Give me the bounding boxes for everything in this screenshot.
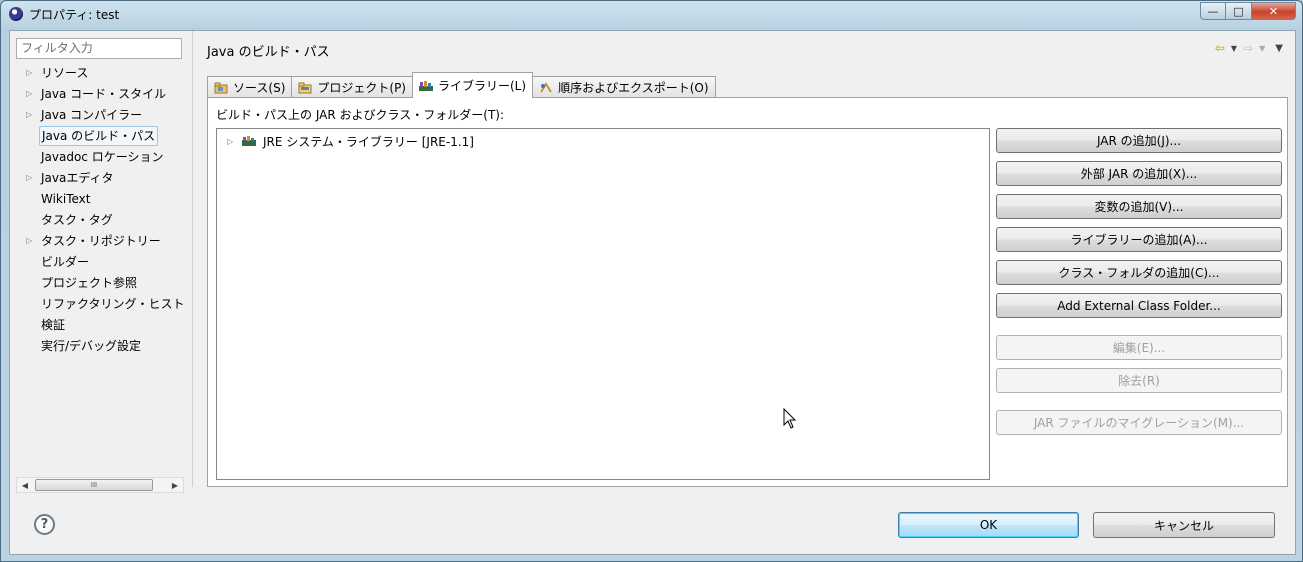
classpath-label: ビルド・パス上の JAR およびクラス・フォルダー(T): [216, 108, 505, 122]
project-folder-icon [298, 82, 312, 94]
tree-item-label: プロジェクト参照 [41, 276, 138, 290]
window-title: プロパティ: test [29, 7, 120, 22]
tree-item-label: Java のビルド・パス [39, 126, 159, 146]
add-jar-button[interactable]: JAR の追加(J)... [996, 128, 1282, 153]
eclipse-icon [9, 7, 23, 21]
tab-label: ソース(S) [233, 81, 286, 95]
pane-divider[interactable] [192, 31, 193, 487]
tree-item[interactable]: 検証 [10, 315, 192, 335]
add-class-folder-button[interactable]: クラス・フォルダの追加(C)... [996, 260, 1282, 285]
tab-source[interactable]: ソース(S) [207, 76, 293, 98]
tree-item[interactable]: ▷ Java コード・スタイル [10, 84, 192, 104]
library-icon [241, 135, 257, 147]
tree-item-label: Java コンパイラー [41, 108, 143, 122]
tab-bar: ソース(S) プロジェクト(P) ライブラリー(L) 順序およびエクスポート(O) [207, 72, 716, 98]
tree-item[interactable]: ▷ Java コンパイラー [10, 105, 192, 125]
tab-projects[interactable]: プロジェクト(P) [291, 76, 413, 98]
tree-item-label: Java コード・スタイル [41, 87, 167, 101]
tree-item[interactable]: WikiText [10, 189, 192, 209]
list-item[interactable]: ▷ JRE システム・ライブラリー [JRE-1.1] [227, 132, 474, 150]
tab-label: 順序およびエクスポート(O) [558, 81, 709, 95]
tree-item[interactable]: ビルダー [10, 252, 192, 272]
tree-item[interactable]: 実行/デバッグ設定 [10, 336, 192, 356]
tree-item[interactable]: ▷ タスク・リポジトリー [10, 231, 192, 251]
tree-item[interactable]: タスク・タグ [10, 210, 192, 230]
edit-button[interactable]: 編集(E)... [996, 335, 1282, 360]
add-variable-button[interactable]: 変数の追加(V)... [996, 194, 1282, 219]
tab-libraries[interactable]: ライブラリー(L) [412, 72, 534, 98]
maximize-button[interactable]: □ [1226, 2, 1252, 20]
property-page-tree: ▷ リソース ▷ Java コード・スタイル ▷ Java コンパイラー Java のビルド… [10, 63, 192, 473]
classpath-entries-list[interactable]: ▷ JRE システム・ライブラリー [JRE-1.1] [216, 128, 990, 480]
list-item-label: JRE システム・ライブラリー [JRE-1.1] [263, 134, 474, 149]
tab-label: ライブラリー(L) [438, 79, 527, 93]
back-arrow-icon[interactable]: ⇦ [1215, 41, 1225, 55]
add-external-jar-button[interactable]: 外部 JAR の追加(X)... [996, 161, 1282, 186]
forward-dropdown-icon[interactable]: ▼ [1259, 44, 1265, 53]
expand-arrow-icon[interactable]: ▷ [26, 84, 36, 104]
help-icon[interactable]: ? [34, 514, 55, 535]
tree-item-label: ビルダー [41, 255, 90, 269]
tree-item-label: リソース [41, 66, 89, 80]
filter-input[interactable]: フィルタ入力 [16, 38, 182, 59]
tab-label: プロジェクト(P) [317, 81, 406, 95]
cancel-button[interactable]: キャンセル [1093, 512, 1275, 538]
scroll-right-icon[interactable]: ▶ [167, 478, 183, 492]
history-navigation: ⇦ ▼ ⇨ ▼ ▼ [1215, 41, 1283, 55]
expand-arrow-icon[interactable]: ▷ [26, 63, 36, 83]
expand-arrow-icon[interactable]: ▷ [227, 137, 241, 146]
add-library-button[interactable]: ライブラリーの追加(A)... [996, 227, 1282, 252]
order-export-icon [539, 81, 553, 94]
title-bar[interactable]: プロパティ: test — □ ✕ [1, 1, 1302, 29]
page-title: Java のビルド・パス [207, 45, 330, 60]
source-folder-icon [214, 82, 228, 94]
tree-item-label: タスク・リポジトリー [41, 234, 161, 248]
forward-arrow-icon[interactable]: ⇨ [1243, 41, 1253, 55]
minimize-button[interactable]: — [1200, 2, 1226, 20]
library-icon [419, 80, 433, 92]
tree-item-label: タスク・タグ [41, 213, 113, 227]
ok-button[interactable]: OK [898, 512, 1079, 538]
view-menu-icon[interactable]: ▼ [1275, 43, 1283, 54]
dialog-client: フィルタ入力 ▷ リソース ▷ Java コード・スタイル ▷ Java コンパイラー Ja… [9, 30, 1296, 555]
tree-item-label: リファクタリング・ヒスト [41, 297, 185, 311]
expand-arrow-icon[interactable]: ▷ [26, 168, 36, 188]
mouse-cursor-icon [783, 408, 797, 429]
tab-order-export[interactable]: 順序およびエクスポート(O) [532, 76, 716, 98]
tree-item[interactable]: ▷ リソース [10, 63, 192, 83]
expand-arrow-icon[interactable]: ▷ [26, 105, 36, 125]
scroll-thumb[interactable]: III [35, 479, 153, 491]
tree-item[interactable]: リファクタリング・ヒスト [10, 294, 192, 314]
libraries-tab-panel: ビルド・パス上の JAR およびクラス・フォルダー(T): ▷ JRE システム… [207, 97, 1288, 487]
remove-button[interactable]: 除去(R) [996, 368, 1282, 393]
tree-item-label: 検証 [41, 318, 66, 332]
tree-item-label: 実行/デバッグ設定 [41, 339, 142, 353]
tree-item[interactable]: プロジェクト参照 [10, 273, 192, 293]
migrate-jar-button[interactable]: JAR ファイルのマイグレーション(M)... [996, 410, 1282, 435]
tree-item[interactable]: Java のビルド・パス [10, 126, 192, 146]
tree-item-label: WikiText [41, 192, 91, 206]
tree-item[interactable]: Javadoc ロケーション [10, 147, 192, 167]
properties-window: プロパティ: test — □ ✕ フィルタ入力 ▷ リソース ▷ Java コード・… [0, 0, 1303, 562]
expand-arrow-icon[interactable]: ▷ [26, 231, 36, 251]
back-dropdown-icon[interactable]: ▼ [1231, 44, 1237, 53]
scroll-left-icon[interactable]: ◀ [17, 478, 33, 492]
tree-item-label: Javadoc ロケーション [41, 150, 164, 164]
window-controls: — □ ✕ [1200, 2, 1296, 20]
close-button[interactable]: ✕ [1252, 2, 1296, 20]
tree-item[interactable]: ▷ Javaエディタ [10, 168, 192, 188]
tree-item-label: Javaエディタ [41, 171, 114, 185]
horizontal-scrollbar[interactable]: ◀ III ▶ [16, 477, 184, 493]
add-external-class-folder-button[interactable]: Add External Class Folder... [996, 293, 1282, 318]
